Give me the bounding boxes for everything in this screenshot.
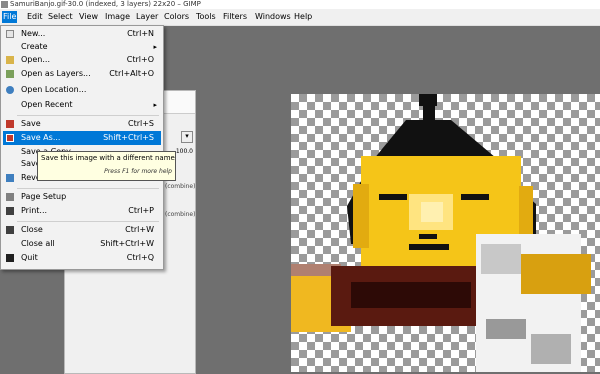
save-icon [6, 120, 14, 128]
layer-mode-label: (combine) [165, 211, 196, 218]
globe-icon [6, 86, 14, 94]
menu-filters[interactable]: Filters [222, 11, 248, 23]
menu-item-save[interactable]: Save Ctrl+S [3, 117, 161, 131]
menu-item-page-setup[interactable]: Page Setup [3, 190, 161, 204]
save-as-icon [6, 134, 14, 142]
layer-mode-label: (combine) [165, 183, 196, 190]
new-icon [6, 30, 14, 38]
samurai-pixel-art [291, 94, 591, 372]
folder-open-icon [6, 56, 14, 64]
revert-icon [6, 174, 14, 182]
menu-item-open[interactable]: Open... Ctrl+O [3, 53, 161, 67]
layers-icon [6, 70, 14, 78]
tooltip: Save this image with a different name Pr… [37, 151, 176, 181]
menu-bar: File Edit Select View Image Layer Colors… [0, 9, 600, 26]
menu-separator [17, 115, 159, 116]
app-icon [1, 1, 8, 8]
menu-separator [17, 188, 159, 189]
file-menu: New... Ctrl+N Create ▸ Open... Ctrl+O Op… [0, 25, 164, 270]
tooltip-hint: Press F1 for more help [104, 168, 172, 175]
menu-item-open-recent[interactable]: Open Recent ▸ [3, 98, 161, 112]
menu-image[interactable]: Image [104, 11, 131, 23]
opacity-value[interactable]: 100.0 [176, 148, 193, 155]
submenu-arrow-icon: ▸ [153, 43, 157, 51]
menu-select[interactable]: Select [47, 11, 74, 23]
menu-view[interactable]: View [78, 11, 99, 23]
menu-layer[interactable]: Layer [135, 11, 159, 23]
print-icon [6, 207, 14, 215]
menu-colors[interactable]: Colors [163, 11, 190, 23]
quit-icon [6, 254, 14, 262]
menu-help[interactable]: Help [293, 11, 313, 23]
menu-item-new[interactable]: New... Ctrl+N [3, 27, 161, 41]
submenu-arrow-icon: ▸ [153, 101, 157, 109]
page-setup-icon [6, 193, 14, 201]
image-canvas[interactable] [291, 94, 600, 372]
menu-item-close-all[interactable]: Close all Shift+Ctrl+W [3, 237, 161, 251]
window-title: SamuriBanjo.gif-30.0 (indexed, 3 layers)… [10, 0, 201, 8]
menu-windows[interactable]: Windows [254, 11, 292, 23]
menu-file[interactable]: File [2, 11, 18, 23]
menu-item-quit[interactable]: Quit Ctrl+Q [3, 251, 161, 265]
menu-item-save-as[interactable]: Save As... Shift+Ctrl+S [3, 131, 161, 145]
menu-item-open-as-layers[interactable]: Open as Layers... Ctrl+Alt+O [3, 67, 161, 81]
title-bar: SamuriBanjo.gif-30.0 (indexed, 3 layers)… [0, 0, 600, 9]
menu-item-create[interactable]: Create ▸ [3, 40, 161, 54]
menu-item-print[interactable]: Print... Ctrl+P [3, 204, 161, 218]
menu-tools[interactable]: Tools [195, 11, 217, 23]
close-icon [6, 226, 14, 234]
menu-separator [17, 221, 159, 222]
tooltip-text: Save this image with a different name [41, 154, 175, 162]
chevron-down-icon[interactable]: ▾ [181, 131, 193, 143]
menu-item-open-location[interactable]: Open Location... [3, 83, 161, 97]
menu-edit[interactable]: Edit [26, 11, 44, 23]
menu-item-close[interactable]: Close Ctrl+W [3, 223, 161, 237]
